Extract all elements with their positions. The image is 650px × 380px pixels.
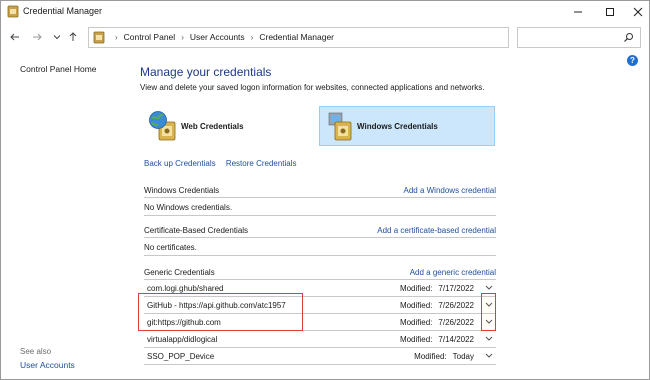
chevron-down-icon [53,35,61,40]
credential-name: com.logi.ghub/shared [147,284,224,293]
breadcrumb-separator-icon: › [250,32,254,42]
windows-credentials-icon [328,112,352,141]
web-credentials-tab[interactable]: Web Credentials [144,106,304,146]
breadcrumb-separator-icon: › [181,32,184,42]
help-icon[interactable]: ? [627,55,638,66]
breadcrumb-separator-icon: › [115,32,118,42]
minimize-button[interactable] [561,1,595,23]
highlight-box-chevrons [481,293,496,331]
section-header: Certificate-Based Credentials Add a cert… [144,223,496,238]
section-header: Generic Credentials Add a generic creden… [144,265,496,280]
breadcrumb-credential-manager[interactable]: Credential Manager [259,32,334,42]
breadcrumb: › Control Panel › User Accounts › Creden… [109,32,334,42]
title-bar: Credential Manager [1,1,649,23]
section-title: Windows Credentials [144,186,220,195]
credential-name: SSO_POP_Device [147,352,215,361]
modified-date: 7/26/2022 [438,301,474,310]
modified-label: Modified: [399,318,433,327]
arrow-left-icon [10,33,19,41]
section-body: No Windows credentials. [144,198,496,216]
backup-credentials-link[interactable]: Back up Credentials [144,159,216,168]
empty-message: No Windows credentials. [144,203,233,212]
add-windows-credential-link[interactable]: Add a Windows credential [404,186,497,195]
control-panel-home-link[interactable]: Control Panel Home [20,64,97,74]
certificate-credentials-section: Certificate-Based Credentials Add a cert… [144,223,496,256]
navigation-bar: › Control Panel › User Accounts › Creden… [1,25,649,51]
window-title: Credential Manager [23,6,103,16]
section-header: Windows Credentials Add a Windows creden… [144,183,496,198]
web-credentials-label: Web Credentials [181,121,244,131]
minimize-icon [574,11,582,13]
modified-label: Modified: [399,301,433,310]
search-icon [624,33,633,42]
credential-row[interactable]: virtualapp/didlogical Modified: 7/14/2022 [144,331,496,348]
section-title: Generic Credentials [144,268,215,277]
close-button[interactable] [621,1,649,23]
up-button[interactable] [65,29,81,45]
modified-label: Modified: [414,352,447,361]
credential-manager-app-icon [7,5,19,18]
credential-modified: Modified: 7/26/2022 [400,301,474,310]
credential-manager-window: Credential Manager › Control Panel › Use… [0,0,650,380]
breadcrumb-user-accounts[interactable]: User Accounts [190,32,245,42]
credential-modified: Modified: 7/26/2022 [400,318,474,327]
credential-modified: Modified: Today [414,352,474,361]
maximize-icon [606,8,614,16]
modified-label: Modified: [399,284,433,293]
chevron-down-icon[interactable] [485,336,493,342]
windows-credentials-tab[interactable]: Windows Credentials [319,106,495,146]
page-description: View and delete your saved logon informa… [140,83,485,92]
page-title: Manage your credentials [140,65,272,79]
chevron-down-icon[interactable] [485,353,493,359]
arrow-right-icon [33,33,42,41]
back-button[interactable] [7,29,23,45]
chevron-down-icon[interactable] [485,285,493,291]
control-panel-icon [93,31,105,44]
modified-date: 7/14/2022 [438,335,474,344]
restore-credentials-link[interactable]: Restore Credentials [226,159,297,168]
credential-row[interactable]: SSO_POP_Device Modified: Today [144,348,496,365]
section-title: Certificate-Based Credentials [144,226,249,235]
modified-date: 7/26/2022 [438,318,474,327]
search-input[interactable] [517,27,641,48]
add-certificate-credential-link[interactable]: Add a certificate-based credential [377,226,496,235]
close-icon [633,7,643,17]
empty-message: No certificates. [144,243,197,252]
section-body: No certificates. [144,238,496,256]
credential-name: virtualapp/didlogical [147,335,218,344]
credential-modified: Modified: 7/17/2022 [400,284,474,293]
main-content: ? Manage your credentials View and delet… [128,53,649,379]
highlight-box-credentials [138,293,303,331]
see-also-label: See also [20,347,52,356]
left-pane: Control Panel Home See also User Account… [2,55,128,379]
windows-credentials-section: Windows Credentials Add a Windows creden… [144,183,496,216]
user-accounts-link[interactable]: User Accounts [20,360,75,370]
breadcrumb-control-panel[interactable]: Control Panel [124,32,176,42]
modified-date: Today [452,352,474,361]
arrow-up-icon [69,32,77,41]
address-bar[interactable]: › Control Panel › User Accounts › Creden… [88,27,586,48]
windows-credentials-label: Windows Credentials [357,121,438,131]
modified-date: 7/17/2022 [438,284,474,293]
add-generic-credential-link[interactable]: Add a generic credential [410,268,496,277]
web-credentials-icon [149,111,176,141]
recent-locations-button[interactable] [49,29,65,45]
credential-modified: Modified: 7/14/2022 [400,335,474,344]
forward-button[interactable] [29,29,45,45]
backup-restore-links: Back up Credentials Restore Credentials [144,159,305,168]
modified-label: Modified: [399,335,433,344]
